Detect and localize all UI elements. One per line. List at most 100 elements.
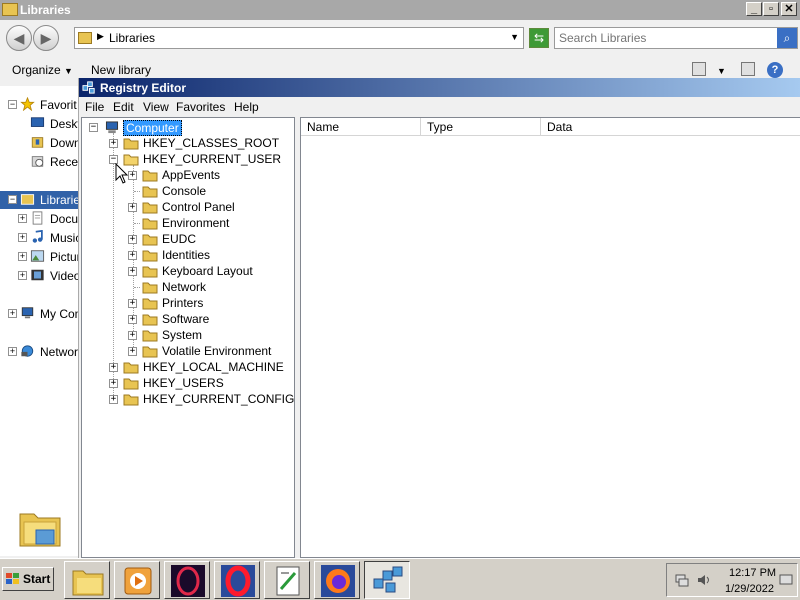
help-icon[interactable]: ? (767, 62, 783, 78)
menu-favorites[interactable]: Favorites (176, 100, 225, 114)
nav-item-videos[interactable]: + Video (0, 267, 78, 285)
expand-icon[interactable]: + (128, 267, 137, 276)
desktop-icon (30, 117, 45, 127)
nav-item-pictures[interactable]: + Pictur (0, 248, 78, 266)
library-folder-icon (19, 513, 61, 547)
expand-icon[interactable]: + (8, 309, 17, 318)
folder-icon (123, 378, 139, 390)
nav-item-libraries[interactable]: − Libraries (0, 191, 78, 209)
collapse-icon[interactable]: − (8, 195, 17, 204)
registry-editor-icon (373, 566, 403, 593)
address-box[interactable]: ▶ Libraries ▼ (74, 27, 524, 49)
opera-gx-icon (171, 565, 205, 597)
column-type[interactable]: Type (421, 118, 541, 136)
taskbar-opera-gx-button[interactable] (164, 561, 210, 599)
clock-date[interactable]: 1/29/2022 (725, 583, 774, 595)
taskbar-opera-button[interactable] (214, 561, 260, 599)
collapse-icon[interactable]: − (89, 123, 98, 132)
maximize-button[interactable]: ▫ (763, 2, 779, 16)
expand-icon[interactable]: + (128, 203, 137, 212)
mouse-cursor-icon (115, 163, 129, 184)
libraries-icon (78, 32, 92, 44)
registry-tree-pane[interactable]: − Computer + HKEY_CLASSES_ROOT − HKEY_CU… (81, 117, 295, 558)
expand-icon[interactable]: + (128, 171, 137, 180)
folder-icon (142, 346, 158, 358)
clock-time[interactable]: 12:17 PM (729, 567, 776, 579)
close-button[interactable]: ✕ (781, 2, 797, 16)
show-desktop-icon[interactable] (779, 573, 793, 587)
expand-icon[interactable]: + (128, 315, 137, 324)
expand-icon[interactable]: + (109, 379, 118, 388)
nav-label: Video (50, 269, 78, 283)
volume-icon[interactable] (697, 573, 711, 587)
downloads-icon (31, 137, 44, 148)
expand-icon[interactable]: + (18, 252, 27, 261)
explorer-titlebar[interactable]: Libraries _ ▫ ✕ (0, 0, 800, 20)
expand-icon[interactable]: + (128, 347, 137, 356)
menu-file[interactable]: File (85, 100, 104, 114)
column-data[interactable]: Data (541, 118, 800, 136)
search-icon[interactable]: ⌕ (777, 28, 797, 48)
registry-values-pane[interactable]: Name Type Data (300, 117, 800, 558)
tree-label: EUDC (162, 232, 197, 246)
expand-icon[interactable]: + (18, 233, 27, 242)
taskbar-editor-button[interactable] (264, 561, 310, 599)
search-box[interactable]: ⌕ (554, 27, 798, 49)
nav-item-documents[interactable]: + Docu (0, 210, 78, 228)
view-options-icon[interactable] (692, 62, 706, 76)
breadcrumb-arrow-icon[interactable]: ▶ (97, 31, 104, 42)
organize-button[interactable]: Organize ▼ (12, 63, 73, 77)
expand-icon[interactable]: + (128, 235, 137, 244)
refresh-button[interactable]: ⇆ (529, 28, 549, 48)
nav-item-music[interactable]: + Music (0, 229, 78, 247)
start-button[interactable]: Start (2, 567, 54, 591)
network-tray-icon[interactable] (675, 573, 689, 587)
expand-icon[interactable]: + (128, 331, 137, 340)
address-dropdown-icon[interactable]: ▼ (510, 32, 519, 42)
folder-icon (123, 138, 139, 150)
tree-label: Network (162, 280, 207, 294)
menu-edit[interactable]: Edit (113, 100, 134, 114)
expand-icon[interactable]: + (109, 139, 118, 148)
nav-item-favorites[interactable]: − Favorit (0, 96, 78, 114)
nav-item-recent[interactable]: Rece (0, 153, 78, 171)
nav-item-desktop[interactable]: Deskt (0, 115, 78, 133)
nav-label: Down (50, 136, 78, 150)
expand-icon[interactable]: + (18, 214, 27, 223)
folder-icon (123, 362, 139, 374)
navigation-pane: − Favorit Deskt Down Rece − Libraries + … (0, 86, 78, 556)
folder-icon (142, 266, 158, 278)
tree-label: HKEY_USERS (143, 376, 224, 390)
expand-icon[interactable]: + (18, 271, 27, 280)
new-library-button[interactable]: New library (91, 63, 151, 77)
nav-item-computer[interactable]: + My Com (0, 305, 78, 323)
column-name[interactable]: Name (301, 118, 421, 136)
expand-icon[interactable]: + (109, 395, 118, 404)
tree-label: Printers (162, 296, 204, 310)
menu-help[interactable]: Help (234, 100, 259, 114)
taskbar-explorer-button[interactable] (64, 561, 110, 599)
collapse-icon[interactable]: − (8, 100, 17, 109)
nav-label: My Com (40, 307, 78, 321)
minimize-button[interactable]: _ (746, 2, 762, 16)
nav-item-downloads[interactable]: Down (0, 134, 78, 152)
taskbar-firefox-button[interactable] (314, 561, 360, 599)
tree-connector (113, 133, 114, 401)
forward-button[interactable]: ▶ (33, 25, 59, 51)
address-text[interactable]: Libraries (109, 31, 155, 45)
taskbar-media-player-button[interactable] (114, 561, 160, 599)
view-dropdown-icon[interactable]: ▼ (717, 66, 726, 76)
libraries-icon (20, 194, 35, 205)
expand-icon[interactable]: + (128, 251, 137, 260)
preview-pane-icon[interactable] (741, 62, 755, 76)
back-button[interactable]: ◀ (6, 25, 32, 51)
expand-icon[interactable]: + (8, 347, 17, 356)
nav-item-network[interactable]: + Networ (0, 343, 78, 361)
expand-icon[interactable]: + (109, 363, 118, 372)
regedit-titlebar[interactable]: Registry Editor (79, 78, 800, 97)
search-input[interactable] (559, 30, 769, 46)
expand-icon[interactable]: + (128, 299, 137, 308)
folder-icon (142, 234, 158, 246)
menu-view[interactable]: View (143, 100, 169, 114)
taskbar-regedit-button[interactable] (364, 561, 410, 599)
